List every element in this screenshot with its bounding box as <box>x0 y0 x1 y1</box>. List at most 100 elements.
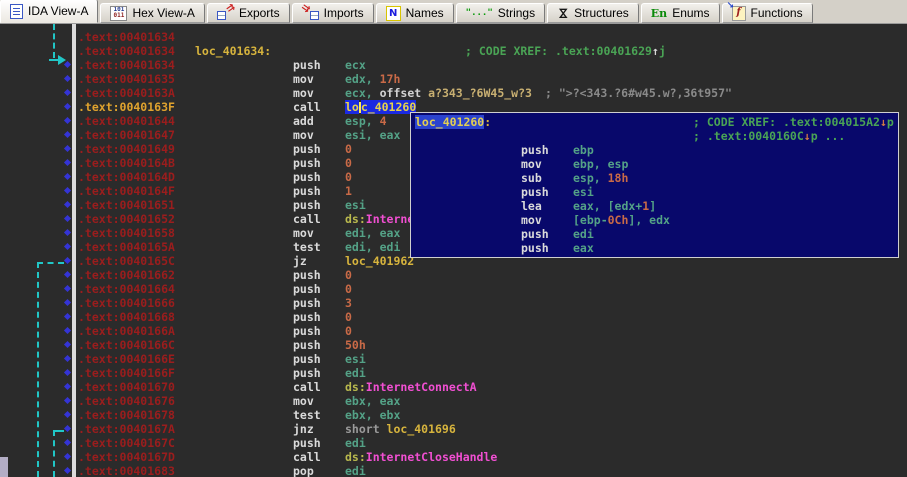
tab-functions[interactable]: f↘Functions <box>722 3 813 23</box>
tab-enums[interactable]: EnEnums <box>641 3 720 23</box>
code-segment: .text:0040166C <box>78 338 175 352</box>
code-segment: sub <box>521 171 542 185</box>
imports-icon: ⇉ <box>302 6 319 20</box>
number-literal: 17h <box>380 72 401 86</box>
selected-operand[interactable]: c_401260 <box>361 100 416 114</box>
code-segment: push <box>293 296 321 310</box>
disasm-line[interactable]: .text:00401634 push ecx <box>0 58 907 72</box>
disasm-line[interactable]: .text:0040167Cpushedi <box>0 436 907 450</box>
operand: ebx, ebx <box>345 408 400 422</box>
tab-structures[interactable]: ⋈Structures <box>547 3 639 23</box>
operand: esi <box>345 198 366 212</box>
code-segment: push <box>293 58 321 72</box>
mnemonic: push <box>293 58 321 72</box>
code-segment: push <box>293 156 321 170</box>
code-segment: ebx, ebx <box>345 408 400 422</box>
code-segment: .text:00401676 <box>78 394 175 408</box>
disasm-line: subesp, 18h <box>411 171 898 185</box>
address-current: .text:0040163F <box>78 100 175 114</box>
disassembly-view[interactable]: .text:00401634.text:00401634loc_401634:;… <box>0 24 907 477</box>
disasm-line[interactable]: .text:00401635movedx, 17h <box>0 72 907 86</box>
keyword: short <box>345 422 387 436</box>
address: .text:0040164F <box>78 184 175 198</box>
code-segment: 3 <box>345 296 352 310</box>
disasm-line: push esi <box>411 185 898 199</box>
disasm-line[interactable]: .text:00401676movebx, eax <box>0 394 907 408</box>
number-literal: 0 <box>345 310 352 324</box>
address: .text:0040166A <box>78 324 175 338</box>
disasm-line[interactable]: .text:00401634loc_401634:; CODE XREF: .t… <box>0 44 907 58</box>
code-segment: jnz <box>293 422 314 436</box>
operand: esp, <box>345 114 380 128</box>
mnemonic: push <box>293 282 321 296</box>
mnemonic: call <box>293 450 321 464</box>
number-literal: 50h <box>345 338 366 352</box>
segment-prefix: ds: <box>345 450 366 464</box>
xref-arrow-icon: ↓ <box>880 115 887 129</box>
disasm-line[interactable]: .text:0040166Cpush50h <box>0 338 907 352</box>
operand: edi, eax <box>345 226 400 240</box>
tab-label: IDA View-A <box>28 4 88 18</box>
disasm-line[interactable]: .text:0040167Ajnzshort loc_401696 <box>0 422 907 436</box>
address: .text:00401634 <box>78 58 175 72</box>
address: .text:0040164B <box>78 156 175 170</box>
address: .text:0040165C <box>78 254 175 268</box>
code-segment: push <box>521 185 549 199</box>
disasm-line[interactable]: .text:00401678 test ebx, ebx <box>0 408 907 422</box>
code-segment: mov <box>293 86 314 100</box>
mnemonic: mov <box>521 157 542 171</box>
disasm-line[interactable]: .text:00401662push0 <box>0 268 907 282</box>
disasm-line[interactable]: .text:0040166Fpushedi <box>0 366 907 380</box>
operand: edx, <box>345 72 380 86</box>
disasm-line[interactable]: .text:00401634 <box>0 30 907 44</box>
code-segment: short loc_401696 <box>345 422 456 436</box>
disasm-line[interactable]: .text:0040166Epushesi <box>0 352 907 366</box>
code-segment: push <box>293 282 321 296</box>
code-segment: .text:00401666 <box>78 296 175 310</box>
disasm-line[interactable]: .text:00401683popedi <box>0 464 907 477</box>
disasm-line[interactable]: .text:00401666 push 3 <box>0 296 907 310</box>
tab-strings[interactable]: "..."Strings <box>456 3 545 23</box>
code-segment: push <box>293 170 321 184</box>
selected-operand[interactable]: lo <box>345 100 359 114</box>
operand: eax, [edx+ <box>573 199 642 213</box>
code-segment: .text:00401678 <box>78 408 175 422</box>
code-segment: mov <box>521 157 542 171</box>
mnemonic: mov <box>293 128 314 142</box>
tab-label: Names <box>406 6 444 20</box>
tab-hex-view-a[interactable]: 101011Hex View-A <box>100 3 204 23</box>
code-segment: push <box>293 142 321 156</box>
code-segment: ; CODE XREF: .text:00401629↑j <box>465 44 666 58</box>
code-segment: 1 <box>345 184 352 198</box>
disasm-line[interactable]: .text:0040166Apush0 <box>0 324 907 338</box>
code-segment: ebp, esp <box>573 157 628 171</box>
disasm-line[interactable]: .text:0040167Dcallds:InternetCloseHandle <box>0 450 907 464</box>
operand: ecx <box>345 58 366 72</box>
operand: esi <box>573 185 594 199</box>
tab-exports[interactable]: ⇉Exports <box>207 3 290 23</box>
tab-ida-view-a[interactable]: IDA View-A <box>0 0 98 23</box>
disasm-line[interactable]: .text:00401670callds:InternetConnectA <box>0 380 907 394</box>
code-segment: test <box>293 408 321 422</box>
code-segment: ; CODE XREF: .text:004015A2↓p <box>693 115 894 129</box>
mnemonic: push <box>293 366 321 380</box>
operand: ebp <box>573 143 594 157</box>
disasm-line[interactable]: .text:00401668push0 <box>0 310 907 324</box>
mnemonic: mov <box>293 394 314 408</box>
code-segment: loc_401634: <box>195 44 271 58</box>
code-segment: .text:00401651 <box>78 198 175 212</box>
tab-names[interactable]: NNames <box>376 3 454 23</box>
code-segment: .text:00401664 <box>78 282 175 296</box>
disasm-line[interactable]: .text:0040163Amovecx, offset a?343_?6W45… <box>0 86 907 100</box>
code-segment: ecx, offset a?343_?6W45_w?3 <box>345 86 532 100</box>
xref-comment: p <box>887 115 894 129</box>
code-segment: .text:00401668 <box>78 310 175 324</box>
code-segment: ds:InternetCloseHandle <box>345 450 497 464</box>
code-segment: [ebp-0Ch], edx <box>573 213 670 227</box>
disasm-line[interactable]: .text:00401664push0 <box>0 282 907 296</box>
address: .text:00401647 <box>78 128 175 142</box>
mnemonic: call <box>293 212 321 226</box>
operand: esi <box>345 352 366 366</box>
tab-imports[interactable]: ⇉Imports <box>292 3 374 23</box>
address: .text:0040166E <box>78 352 175 366</box>
